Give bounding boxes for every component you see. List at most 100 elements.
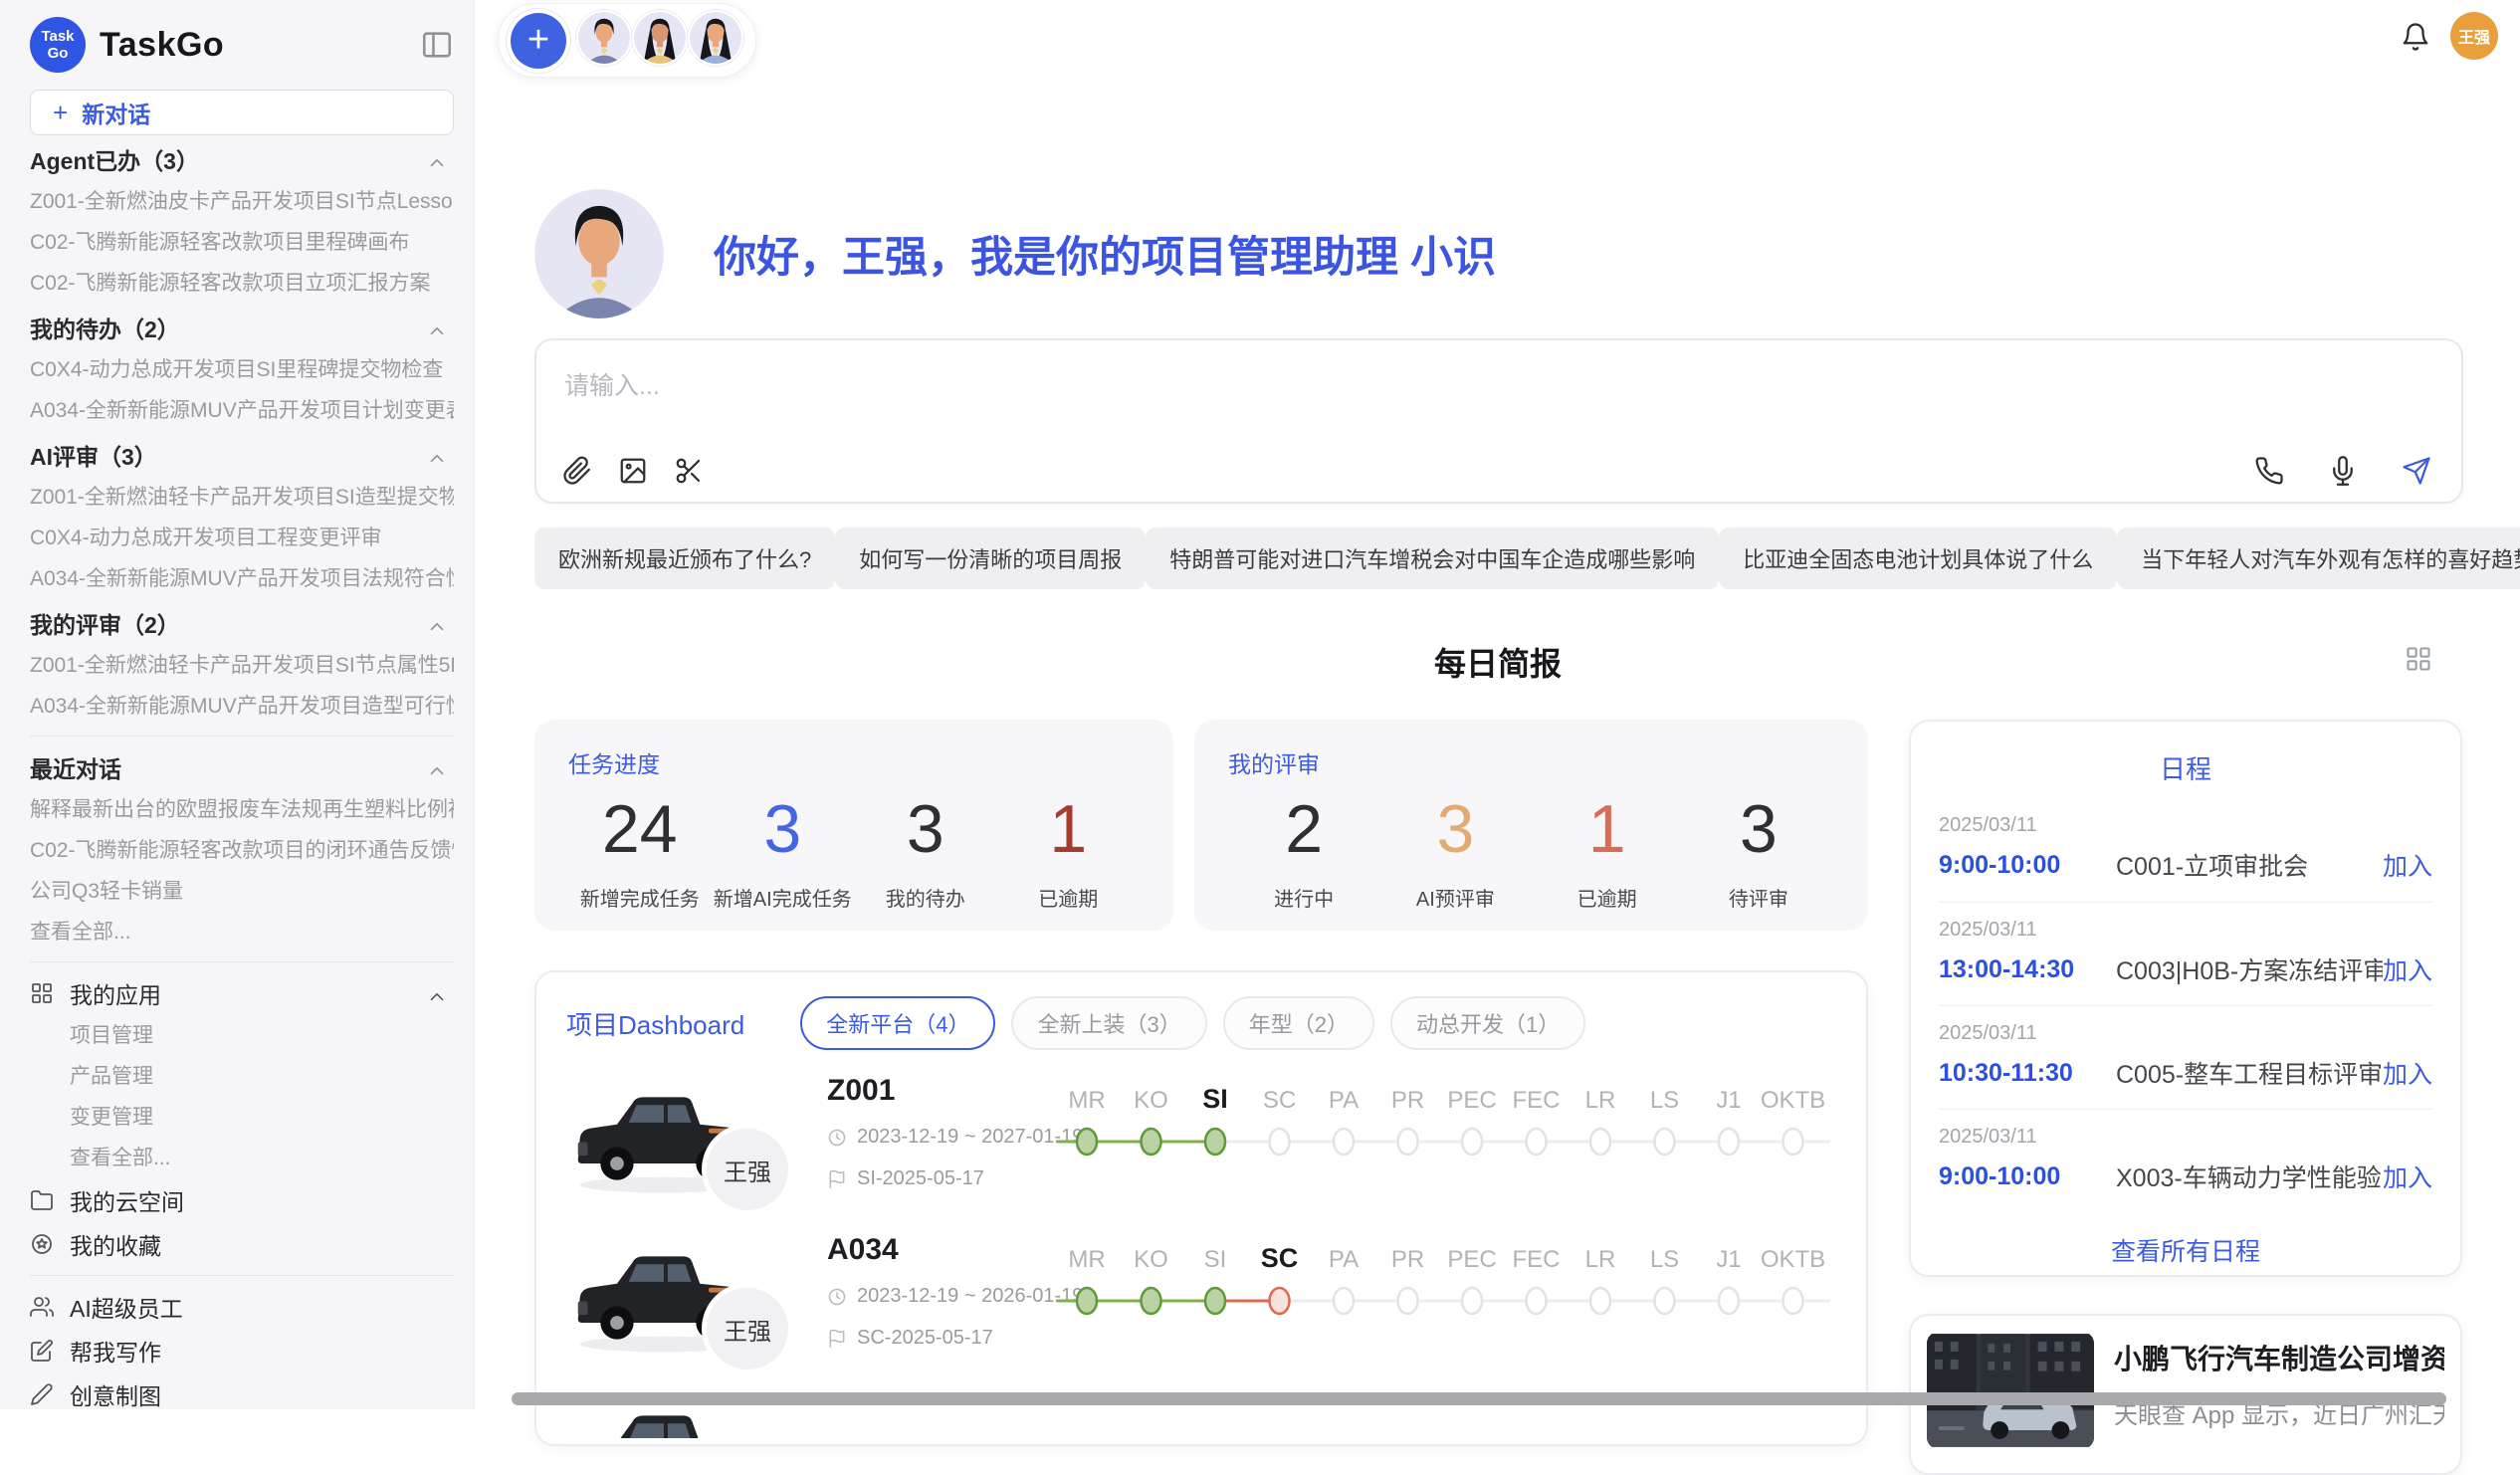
sidebar-item[interactable]: Z001-全新燃油轻卡产品开发项目SI造型提交物评审	[30, 477, 454, 518]
recent-chat-item[interactable]: 解释最新出台的欧盟报废车法规再生塑料比例被调至15%...	[30, 789, 454, 830]
sidebar-tool[interactable]: 创意制图	[30, 1372, 454, 1409]
milestone-dot-OKTB[interactable]	[1784, 1129, 1803, 1155]
app-item[interactable]: 变更管理	[30, 1097, 454, 1138]
add-session-button[interactable]: +	[511, 13, 566, 69]
suggestion-chip[interactable]: 特朗普可能对进口汽车增税会对中国车企造成哪些影响	[1146, 527, 1719, 589]
sidebar-header: Task Go TaskGo	[30, 14, 454, 76]
suggestion-chip[interactable]: 当下年轻人对汽车外观有怎样的喜好趋势	[2117, 527, 2520, 589]
milestone-dot-FEC[interactable]	[1527, 1129, 1547, 1155]
milestone-dot-MR[interactable]	[1077, 1288, 1097, 1314]
phone-icon[interactable]	[2254, 456, 2284, 486]
sidebar-collapse-button[interactable]	[420, 28, 454, 62]
milestone-dot-SC[interactable]	[1270, 1129, 1290, 1155]
join-meeting-link[interactable]: 加入	[2383, 1055, 2432, 1091]
milestone-dot-MR[interactable]	[1077, 1129, 1097, 1155]
mic-icon[interactable]	[2328, 456, 2358, 486]
view-all-schedule-link[interactable]: 查看所有日程	[1939, 1232, 2432, 1268]
project-row[interactable]: 王强 A034 2023-12-19 ~ 2026-01-19 SC-2025-…	[536, 1219, 1866, 1378]
app-item[interactable]: 产品管理	[30, 1056, 454, 1097]
milestone-dot-OKTB[interactable]	[1784, 1288, 1803, 1314]
horizontal-scrollbar[interactable]	[512, 1392, 2446, 1405]
sidebar-section-header[interactable]: 我的待办（2）	[30, 306, 454, 349]
milestone-dot-SI[interactable]	[1205, 1288, 1225, 1314]
join-meeting-link[interactable]: 加入	[2383, 951, 2432, 987]
app-item[interactable]: 项目管理	[30, 1015, 454, 1056]
chat-input[interactable]: 请输入...	[534, 338, 2463, 504]
milestone-dot-J1[interactable]	[1719, 1288, 1739, 1314]
milestone-dot-LS[interactable]	[1655, 1288, 1675, 1314]
my-apps-header[interactable]: 我的应用	[30, 971, 454, 1015]
chevron-up-icon[interactable]	[426, 152, 448, 174]
send-icon[interactable]	[2402, 456, 2431, 486]
chevron-up-icon[interactable]	[426, 760, 448, 782]
sidebar-item[interactable]: C0X4-动力总成开发项目SI里程碑提交物检查	[30, 349, 454, 390]
view-all-chats-link[interactable]: 查看全部...	[30, 912, 454, 952]
suggestion-chip[interactable]: 比亚迪全固态电池计划具体说了什么	[1719, 527, 2117, 589]
chevron-up-icon[interactable]	[426, 448, 448, 470]
sidebar-section-header[interactable]: AI评审（3）	[30, 433, 454, 477]
briefing-layout-button[interactable]	[2405, 645, 2432, 673]
join-meeting-link[interactable]: 加入	[2383, 847, 2432, 883]
image-icon[interactable]	[618, 456, 648, 486]
user-avatar[interactable]: 王强	[2450, 12, 2498, 60]
scissors-icon[interactable]	[674, 456, 704, 486]
sidebar-item[interactable]: C02-飞腾新能源轻客改款项目里程碑画布	[30, 222, 454, 263]
sidebar-shortcut[interactable]: 我的云空间	[30, 1178, 454, 1222]
milestone-dot-SC[interactable]	[1270, 1288, 1290, 1314]
milestone-dot-PR[interactable]	[1398, 1288, 1418, 1314]
suggestion-chip[interactable]: 欧洲新规最近颁布了什么?	[534, 527, 835, 589]
milestone-dot-PEC[interactable]	[1462, 1129, 1482, 1155]
sidebar-item[interactable]: Z001-全新燃油皮卡产品开发项目SI节点Lesson Learn报告	[30, 181, 454, 222]
sidebar-tool[interactable]: 帮我写作	[30, 1329, 454, 1372]
milestone-dot-PEC[interactable]	[1462, 1288, 1482, 1314]
chevron-up-icon[interactable]	[426, 616, 448, 638]
recent-chats-header[interactable]: 最近对话	[30, 745, 454, 789]
sidebar-tool[interactable]: AI超级员工	[30, 1285, 454, 1329]
sidebar-shortcut[interactable]: 我的收藏	[30, 1222, 454, 1266]
milestone-dot-SI[interactable]	[1205, 1129, 1225, 1155]
milestone-dot-J1[interactable]	[1719, 1129, 1739, 1155]
sidebar-item[interactable]: C0X4-动力总成开发项目工程变更评审	[30, 518, 454, 558]
milestone-dot-KO[interactable]	[1142, 1288, 1161, 1314]
app-logo: Task Go	[30, 17, 86, 73]
milestone-dot-LS[interactable]	[1655, 1129, 1675, 1155]
dashboard-tab[interactable]: 全新上装（3）	[1011, 996, 1206, 1050]
sidebar-item[interactable]: A034-全新新能源MUV产品开发项目造型可行性评审	[30, 686, 454, 727]
dashboard-tab[interactable]: 年型（2）	[1223, 996, 1374, 1050]
sidebar-section-header[interactable]: 我的评审（2）	[30, 601, 454, 645]
shortcut-label: 我的收藏	[70, 1227, 161, 1261]
recent-chat-item[interactable]: 公司Q3轻卡销量	[30, 871, 454, 912]
chevron-up-icon[interactable]	[426, 320, 448, 342]
female-avatar[interactable]	[632, 10, 688, 66]
greeting-text: 你好，王强，我是你的项目管理助理 小识	[714, 223, 1496, 285]
project-row[interactable]: 王强 Z001 2023-12-19 ~ 2027-01-19 SI-2025-…	[536, 1060, 1866, 1219]
view-all-apps-link[interactable]: 查看全部...	[30, 1138, 454, 1178]
suggestion-chip[interactable]: 如何写一份清晰的项目周报	[835, 527, 1146, 589]
female-avatar-2[interactable]	[688, 10, 743, 66]
milestone-dot-PA[interactable]	[1334, 1129, 1354, 1155]
recent-chat-item[interactable]: C02-飞腾新能源轻客改款项目的闭环通告反馈情况	[30, 830, 454, 871]
sidebar-item[interactable]: C02-飞腾新能源轻客改款项目立项汇报方案	[30, 263, 454, 304]
new-chat-button[interactable]: + 新对话	[30, 90, 454, 135]
join-meeting-link[interactable]: 加入	[2383, 1159, 2432, 1194]
milestone-dot-LR[interactable]	[1590, 1288, 1610, 1314]
sidebar-item[interactable]: Z001-全新燃油轻卡产品开发项目SI节点属性5D文件评审	[30, 645, 454, 686]
milestone-dot-PR[interactable]	[1398, 1129, 1418, 1155]
schedule-date: 2025/03/11	[1939, 814, 2432, 837]
dashboard-tab[interactable]: 全新平台（4）	[800, 996, 995, 1050]
section-title: Agent已办（3）	[30, 142, 199, 176]
milestone-dot-LR[interactable]	[1590, 1129, 1610, 1155]
milestone-label-PA: PA	[1329, 1246, 1359, 1273]
milestone-dot-KO[interactable]	[1142, 1129, 1161, 1155]
sidebar-item[interactable]: A034-全新新能源MUV产品开发项目计划变更表编写	[30, 390, 454, 431]
paperclip-icon[interactable]	[562, 456, 592, 486]
sidebar-item[interactable]: A034-全新新能源MUV产品开发项目法规符合性评审	[30, 558, 454, 599]
schedule-item: 2025/03/11 9:00-10:00 X003-车辆动力学性能验... 加…	[1939, 1109, 2432, 1212]
male-avatar[interactable]	[576, 10, 632, 66]
dashboard-tab[interactable]: 动总开发（1）	[1390, 996, 1585, 1050]
sidebar-section-header[interactable]: Agent已办（3）	[30, 137, 454, 181]
notification-bell-button[interactable]	[2401, 22, 2430, 52]
milestone-dot-PA[interactable]	[1334, 1288, 1354, 1314]
chevron-up-icon[interactable]	[426, 986, 448, 1008]
milestone-dot-FEC[interactable]	[1527, 1288, 1547, 1314]
